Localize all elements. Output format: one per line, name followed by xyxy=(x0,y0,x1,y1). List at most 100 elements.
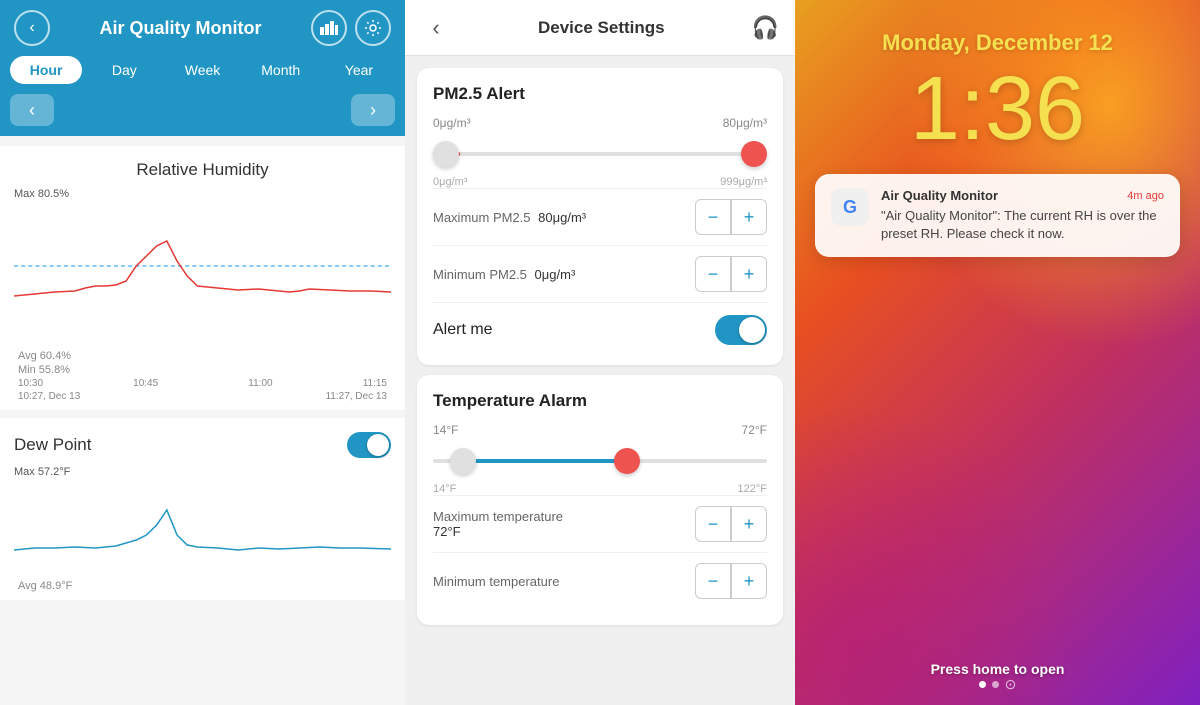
notification-card[interactable]: G Air Quality Monitor 4m ago "Air Qualit… xyxy=(815,174,1180,257)
alert-me-label: Alert me xyxy=(433,321,493,339)
back-button[interactable]: ‹ xyxy=(14,10,50,46)
notif-app-name: Air Quality Monitor xyxy=(881,188,998,203)
temp-min-stepper: − + xyxy=(695,563,767,599)
press-home-label[interactable]: Press home to open xyxy=(795,661,1200,677)
aqm-tabs: Hour Day Week Month Year xyxy=(0,56,405,94)
notif-body: Air Quality Monitor 4m ago "Air Quality … xyxy=(881,188,1164,243)
temp-range-min: 14°F xyxy=(433,423,458,437)
dot-2 xyxy=(992,681,999,688)
dew-title: Dew Point xyxy=(14,435,91,455)
humidity-stats: Max 80.5% xyxy=(14,188,391,200)
temp-fill xyxy=(450,459,627,463)
temp-range-max: 72°F xyxy=(742,423,767,437)
temp-track xyxy=(433,459,767,463)
humidity-chart xyxy=(14,206,391,346)
pm25-thumb-left[interactable] xyxy=(433,141,459,167)
temp-max-increase-button[interactable]: + xyxy=(731,506,767,542)
temp-min-label: Minimum temperature xyxy=(433,574,559,589)
humidity-title: Relative Humidity xyxy=(14,160,391,180)
dew-chart xyxy=(14,480,391,580)
pm25-min-row: Minimum PM2.5 0μg/m³ − + xyxy=(433,245,767,302)
camera-icon: ⊙ xyxy=(1005,676,1017,693)
lock-date: Monday, December 12 xyxy=(882,30,1113,56)
temp-max-label: Maximum temperature 72°F xyxy=(433,509,563,539)
pm25-slider-max: 999μg/m³ xyxy=(720,176,767,188)
pm25-max-row: Maximum PM2.5 80μg/m³ − + xyxy=(433,188,767,245)
temp-slider[interactable] xyxy=(433,443,767,479)
pm25-track xyxy=(433,152,767,156)
dew-stats: Max 57.2°F xyxy=(14,466,391,478)
dew-header: Dew Point xyxy=(14,432,391,458)
pm25-max-increase-button[interactable]: + xyxy=(731,199,767,235)
pm25-range-min: 0μg/m³ xyxy=(433,116,471,130)
dew-avg: Avg 48.9°F xyxy=(14,580,391,592)
temp-min-row: Minimum temperature − + xyxy=(433,552,767,609)
prev-arrow-button[interactable]: ‹ xyxy=(10,94,54,126)
settings-content: PM2.5 Alert 0μg/m³ 80μg/m³ 0μg/m³ 999μg/… xyxy=(405,56,795,705)
tab-year[interactable]: Year xyxy=(323,56,395,84)
pm25-title: PM2.5 Alert xyxy=(433,84,767,104)
lock-dots: ⊙ xyxy=(979,676,1017,693)
humidity-svg xyxy=(14,206,391,346)
dew-svg xyxy=(14,480,391,580)
temp-title: Temperature Alarm xyxy=(433,391,767,411)
pm25-thumb-right[interactable] xyxy=(741,141,767,167)
aqm-title: Air Quality Monitor xyxy=(100,18,262,39)
notif-time-ago: 4m ago xyxy=(1127,190,1164,202)
pm25-max-decrease-button[interactable]: − xyxy=(695,199,731,235)
settings-header: ‹ Device Settings 🎧 xyxy=(405,0,795,56)
temp-max-row: Maximum temperature 72°F − + xyxy=(433,495,767,552)
pm25-card: PM2.5 Alert 0μg/m³ 80μg/m³ 0μg/m³ 999μg/… xyxy=(417,68,783,365)
notif-message: "Air Quality Monitor": The current RH is… xyxy=(881,207,1164,243)
temp-min-decrease-button[interactable]: − xyxy=(695,563,731,599)
aqm-panel: ‹ Air Quality Monitor Hour Day Week xyxy=(0,0,405,705)
temp-min-increase-button[interactable]: + xyxy=(731,563,767,599)
tab-day[interactable]: Day xyxy=(88,56,160,84)
settings-title: Device Settings xyxy=(451,18,752,38)
time-2: 10:45 xyxy=(133,378,158,389)
temp-card: Temperature Alarm 14°F 72°F 14°F 122°F M… xyxy=(417,375,783,625)
settings-back-button[interactable]: ‹ xyxy=(421,15,451,41)
temp-end-labels: 14°F 122°F xyxy=(433,483,767,495)
chart-dates: 10:27, Dec 13 11:27, Dec 13 xyxy=(14,391,391,402)
humidity-avg: Avg 60.4% xyxy=(14,350,391,362)
alert-me-toggle[interactable] xyxy=(715,315,767,345)
temp-thumb-right[interactable] xyxy=(614,448,640,474)
tab-hour[interactable]: Hour xyxy=(10,56,82,84)
humidity-max: Max 80.5% xyxy=(14,188,391,200)
pm25-min-increase-button[interactable]: + xyxy=(731,256,767,292)
pm25-range-labels: 0μg/m³ 80μg/m³ xyxy=(433,116,767,130)
settings-panel: ‹ Device Settings 🎧 PM2.5 Alert 0μg/m³ 8… xyxy=(405,0,795,705)
dew-point-section: Dew Point Max 57.2°F Avg 48.9°F xyxy=(0,418,405,600)
humidity-section: Relative Humidity Max 80.5% Avg 60.4% Mi… xyxy=(0,146,405,410)
pm25-slider-min: 0μg/m³ xyxy=(433,176,467,188)
humidity-min: Min 55.8% xyxy=(14,364,391,376)
lock-screen-panel: Monday, December 12 1:36 G Air Quality M… xyxy=(795,0,1200,705)
tab-month[interactable]: Month xyxy=(245,56,317,84)
gear-icon xyxy=(364,19,382,37)
temp-thumb-left[interactable] xyxy=(450,448,476,474)
lock-time: 1:36 xyxy=(910,64,1085,154)
temp-range-labels: 14°F 72°F xyxy=(433,423,767,437)
pm25-end-labels: 0μg/m³ 999μg/m³ xyxy=(433,176,767,188)
tab-week[interactable]: Week xyxy=(166,56,238,84)
aqm-nav: ‹ › xyxy=(0,94,405,136)
pm25-min-decrease-button[interactable]: − xyxy=(695,256,731,292)
notif-app-icon: G xyxy=(831,188,869,226)
pm25-slider[interactable] xyxy=(433,136,767,172)
bar-chart-icon xyxy=(320,21,338,35)
aqm-content: Relative Humidity Max 80.5% Avg 60.4% Mi… xyxy=(0,136,405,705)
temp-slider-min: 14°F xyxy=(433,483,456,495)
temp-max-decrease-button[interactable]: − xyxy=(695,506,731,542)
next-arrow-button[interactable]: › xyxy=(351,94,395,126)
lock-content: Monday, December 12 1:36 G Air Quality M… xyxy=(795,0,1200,705)
dew-point-toggle[interactable] xyxy=(347,432,391,458)
time-4: 11:15 xyxy=(363,378,387,389)
settings-icon-button[interactable] xyxy=(355,10,391,46)
pm25-min-label: Minimum PM2.5 0μg/m³ xyxy=(433,267,575,282)
time-3: 11:00 xyxy=(248,378,272,389)
chart-icon-button[interactable] xyxy=(311,10,347,46)
dot-1 xyxy=(979,681,986,688)
chart-times: 10:30 10:45 11:00 11:15 xyxy=(14,378,391,389)
headset-icon: 🎧 xyxy=(752,15,779,41)
